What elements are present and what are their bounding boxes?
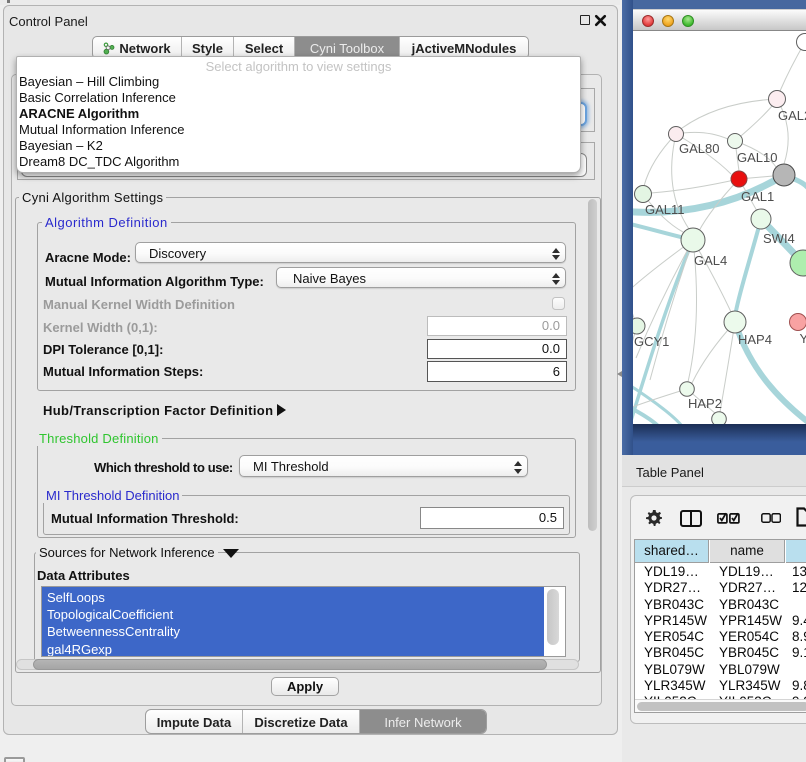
svg-text:GAL4: GAL4 [694, 253, 727, 268]
svg-text:SWI4: SWI4 [763, 231, 795, 246]
svg-text:GAL10: GAL10 [737, 150, 777, 165]
svg-text:HAP2: HAP2 [688, 396, 722, 411]
svg-text:GAL80: GAL80 [679, 141, 719, 156]
svg-text:GCY1: GCY1 [634, 334, 669, 349]
svg-text:HAP4: HAP4 [738, 332, 772, 347]
svg-text:GAL2: GAL2 [778, 108, 806, 123]
svg-text:Y: Y [800, 331, 806, 346]
svg-text:GAL1: GAL1 [741, 189, 774, 204]
svg-text:GAL11: GAL11 [645, 202, 685, 217]
